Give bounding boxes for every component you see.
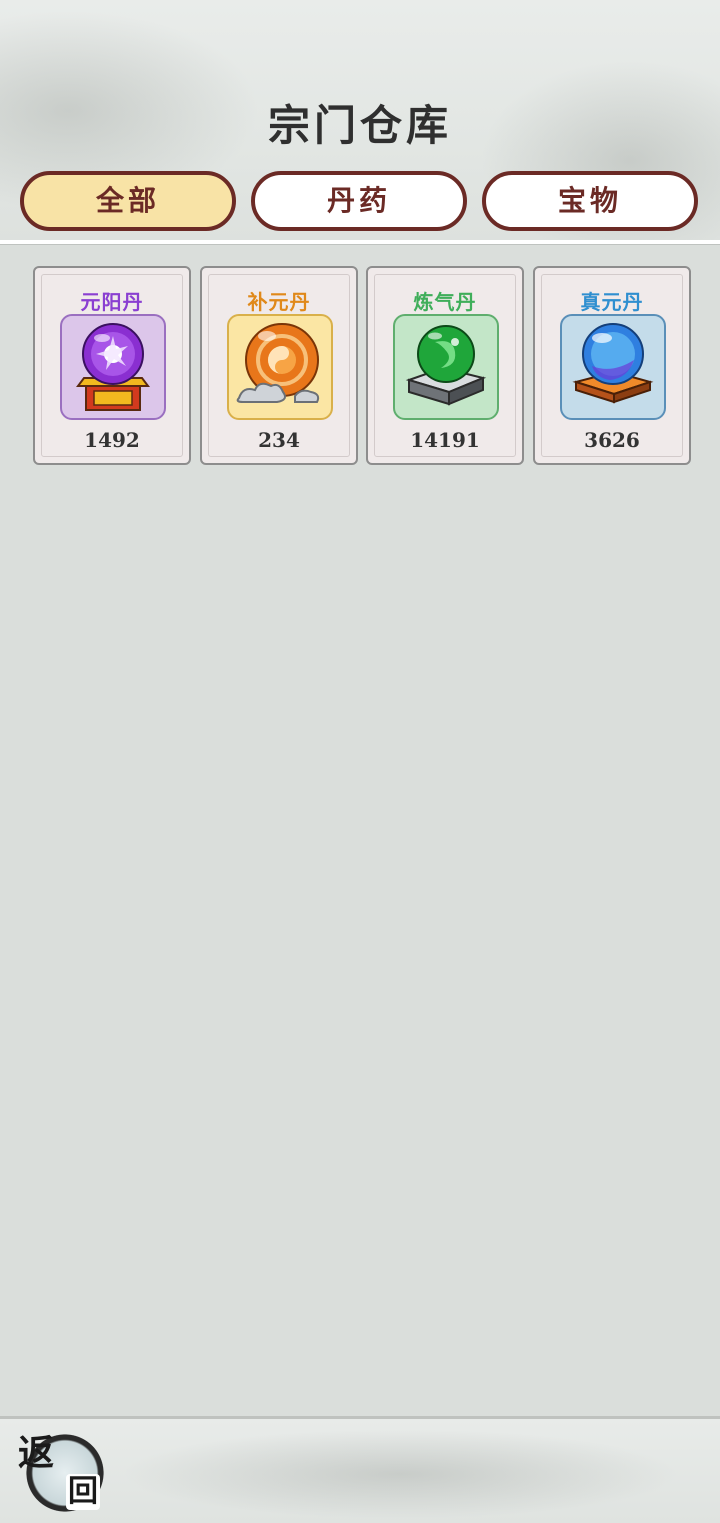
blue-orb-on-wooden-base-icon [572,323,654,404]
orange-orb-on-cloud-icon [236,323,320,403]
back-label-bottom: 回 [66,1474,100,1510]
item-icon-box [560,314,666,420]
back-label-top: 返 [18,1432,55,1474]
tab-pills[interactable]: 丹药 [251,171,467,231]
item-count: 234 [258,428,300,452]
tab-treasures[interactable]: 宝物 [482,171,698,231]
green-orb-on-stone-base-icon [405,325,487,406]
item-card-buyuan[interactable]: 补元丹 234 [200,266,358,465]
header-divider [0,240,720,245]
item-icon-box [393,314,499,420]
page-title: 宗门仓库 [267,101,452,150]
item-name: 真元丹 [580,290,644,314]
item-card-zhenyuan[interactable]: 真元丹 3626 [533,266,691,465]
item-card-yuanyang[interactable]: 元阳丹 1492 [33,266,191,465]
item-name: 元阳丹 [80,290,144,314]
back-button[interactable]: 返 回 [16,1424,112,1520]
item-count: 3626 [584,428,640,452]
item-name: 炼气丹 [413,290,477,314]
item-icon-box [227,314,333,420]
item-count: 14191 [410,428,480,452]
item-card-lianqi[interactable]: 炼气丹 14191 [366,266,524,465]
item-count: 1492 [84,428,140,452]
ink-mountain-decoration [120,1429,680,1519]
tab-all[interactable]: 全部 [20,171,236,231]
purple-orb-on-gold-stand-icon [76,323,150,411]
item-name: 补元丹 [247,290,311,314]
item-icon-box [60,314,166,420]
